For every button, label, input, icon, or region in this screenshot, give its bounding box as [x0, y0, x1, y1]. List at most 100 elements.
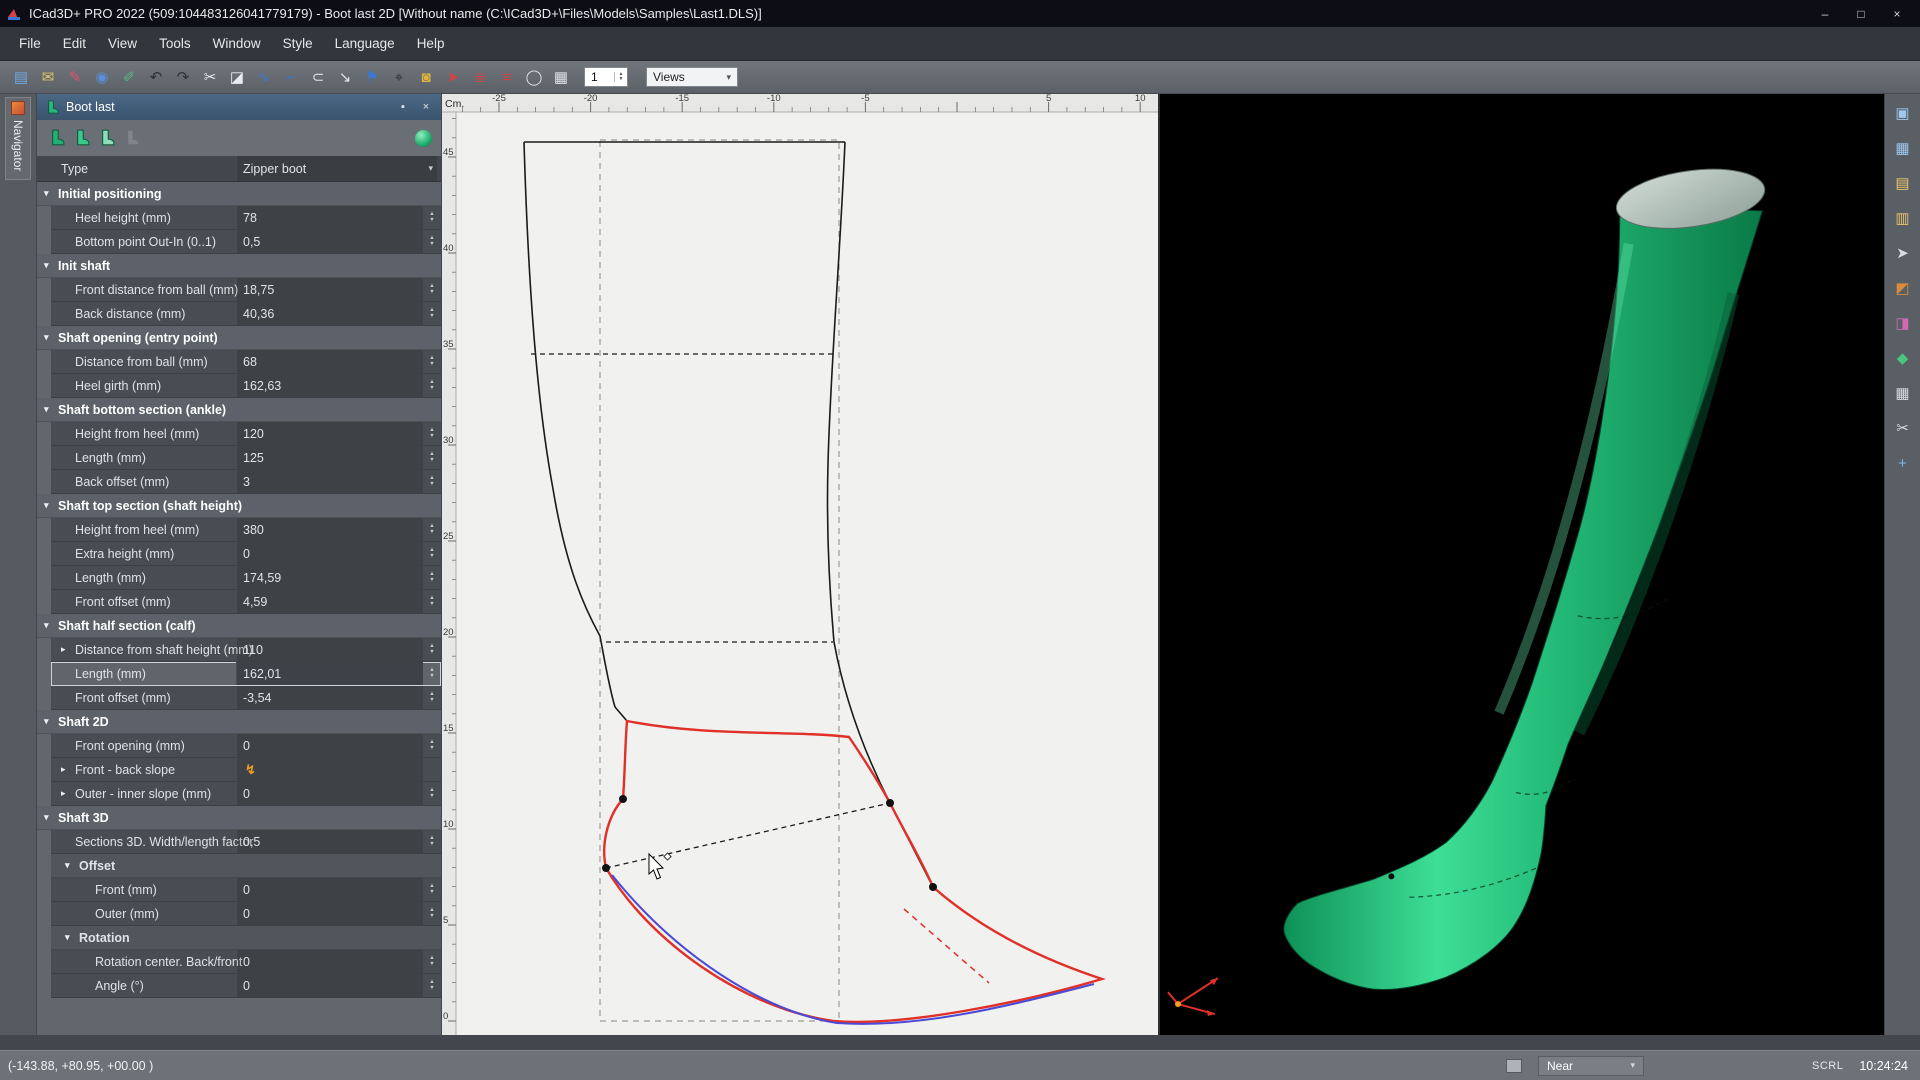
row-spinner[interactable]: ▲ ▼	[425, 592, 439, 611]
row-spinner[interactable]: ▲ ▼	[425, 952, 439, 971]
type-row[interactable]: Type Zipper boot ▾	[37, 156, 441, 182]
row-value[interactable]: 125	[236, 446, 423, 469]
zoom-icon[interactable]: ◉	[89, 64, 115, 90]
mail-icon[interactable]: ✉	[35, 64, 61, 90]
row-value[interactable]: 162,63	[236, 374, 423, 397]
corner-icon[interactable]: ⌐	[278, 64, 304, 90]
canvas-2d[interactable]	[442, 94, 1158, 1035]
row-value[interactable]: 162,01	[236, 662, 423, 685]
property-row[interactable]: Extra height (mm) 0 ▲ ▼	[51, 542, 441, 566]
property-row[interactable]: ▾ Rotation ▲▼	[51, 926, 441, 950]
eraser-icon[interactable]: ◪	[224, 64, 250, 90]
property-row[interactable]: Heel height (mm) 78 ▲ ▼	[51, 206, 441, 230]
row-spinner[interactable]: ▲ ▼	[425, 280, 439, 299]
property-row[interactable]: Sections 3D. Width/length factor 0,5 ▲ ▼	[51, 830, 441, 854]
add-icon[interactable]: +	[1890, 450, 1916, 476]
property-row[interactable]: ▾ Shaft 2D ▲▼	[37, 710, 441, 734]
menu-language[interactable]: Language	[324, 31, 406, 56]
property-row[interactable]: Heel girth (mm) 162,63 ▲ ▼	[51, 374, 441, 398]
row-spinner[interactable]: ▲ ▼	[425, 736, 439, 755]
snap-icon[interactable]: ⌖	[386, 64, 412, 90]
menu-edit[interactable]: Edit	[52, 31, 97, 56]
property-row[interactable]: ▾ Shaft 3D ▲▼	[37, 806, 441, 830]
magenta-tool-icon[interactable]: ◨	[1890, 310, 1916, 336]
boot-tool-2-icon[interactable]	[71, 128, 91, 148]
property-row[interactable]: ▾ Shaft opening (entry point) ▲▼	[37, 326, 441, 350]
render-sphere-icon[interactable]	[415, 129, 432, 147]
brush-icon[interactable]: ✐	[116, 64, 142, 90]
row-value[interactable]: 0	[236, 542, 423, 565]
property-row[interactable]: ▸ Outer - inner slope (mm) 0 ▲ ▼	[51, 782, 441, 806]
row-arrow[interactable]: ▾	[44, 404, 58, 415]
control-point[interactable]	[619, 795, 627, 803]
lock-icon[interactable]: ◙	[413, 64, 439, 90]
row-spinner[interactable]: ▲ ▼	[425, 976, 439, 995]
row-arrow[interactable]: ▾	[44, 716, 58, 727]
property-row[interactable]: Distance from ball (mm) 68 ▲ ▼	[51, 350, 441, 374]
page-setup-icon[interactable]: ▦	[548, 64, 574, 90]
stepper-value[interactable]: 1	[585, 70, 614, 84]
row-value[interactable]: ↯	[236, 758, 423, 781]
comb2-icon[interactable]: ≡	[494, 64, 520, 90]
menu-view[interactable]: View	[97, 31, 148, 56]
row-value[interactable]: 40,36	[236, 302, 423, 325]
property-row[interactable]: Front offset (mm) -3,54 ▲ ▼	[51, 686, 441, 710]
property-row[interactable]: ▾ Shaft half section (calf) ▲▼	[37, 614, 441, 638]
property-row[interactable]: Length (mm) 174,59 ▲ ▼	[51, 566, 441, 590]
panel-close-icon[interactable]: ×	[418, 101, 434, 113]
control-point[interactable]	[929, 883, 937, 891]
row-spinner[interactable]: ▲ ▼	[425, 544, 439, 563]
property-row[interactable]: ▾ Offset ▲▼	[51, 854, 441, 878]
redo-icon[interactable]: ↷	[170, 64, 196, 90]
row-value[interactable]: 0	[236, 878, 423, 901]
select-red-icon[interactable]: ➤	[440, 64, 466, 90]
row-value[interactable]: 78	[236, 206, 423, 229]
boot-tool-3-icon[interactable]	[96, 128, 116, 148]
property-row[interactable]: Height from heel (mm) 380 ▲ ▼	[51, 518, 441, 542]
property-row[interactable]: ▾ Shaft top section (shaft height) ▲▼	[37, 494, 441, 518]
grid-view-icon[interactable]: ▦	[1890, 135, 1916, 161]
row-arrow[interactable]: ▾	[65, 860, 79, 871]
row-value[interactable]: 380	[236, 518, 423, 541]
row-spinner[interactable]: ▲ ▼	[425, 376, 439, 395]
layers-icon[interactable]: ▤	[1890, 170, 1916, 196]
row-spinner[interactable]: ▲ ▼	[425, 640, 439, 659]
row-spinner[interactable]: ▲ ▼	[425, 352, 439, 371]
property-row[interactable]: Outer (mm) 0 ▲ ▼	[51, 902, 441, 926]
navigator-tab[interactable]: Navigator	[5, 97, 31, 181]
new-icon[interactable]: ▤	[8, 64, 34, 90]
property-row[interactable]: Front distance from ball (mm) 18,75 ▲ ▼	[51, 278, 441, 302]
undo-icon[interactable]: ↶	[143, 64, 169, 90]
menu-help[interactable]: Help	[406, 31, 456, 56]
view-3d[interactable]	[1158, 94, 1884, 1035]
row-value[interactable]: -3,54	[236, 686, 423, 709]
property-row[interactable]: Bottom point Out-In (0..1) 0,5 ▲ ▼	[51, 230, 441, 254]
row-arrow[interactable]: ▸	[61, 764, 75, 775]
maximize-button[interactable]: □	[1844, 4, 1878, 24]
view-2d[interactable]: Cm. -25 -20 -15 -10 -5 5 10 45 40 35 30 25 20 15 10 5 0	[442, 94, 1158, 1035]
row-arrow[interactable]: ▾	[65, 932, 79, 943]
control-point[interactable]	[602, 864, 610, 872]
row-spinner[interactable]: ▲ ▼	[425, 880, 439, 899]
row-value[interactable]: 3	[236, 470, 423, 493]
materials-icon[interactable]: ◩	[1890, 275, 1916, 301]
property-row[interactable]: ▾ Shaft bottom section (ankle) ▲▼	[37, 398, 441, 422]
row-value[interactable]: 110	[236, 638, 423, 661]
minimize-button[interactable]: –	[1808, 4, 1842, 24]
boot-tool-4-icon[interactable]	[121, 128, 141, 148]
row-spinner[interactable]: ▲ ▼	[425, 520, 439, 539]
folders-icon[interactable]: ▥	[1890, 205, 1916, 231]
viewports-icon[interactable]: ▣	[1890, 100, 1916, 126]
scissors-icon[interactable]: ✂	[1890, 415, 1916, 441]
row-spinner[interactable]: ▲ ▼	[425, 664, 439, 683]
row-value[interactable]: 0	[236, 950, 423, 973]
type-dropdown[interactable]: Zipper boot	[236, 156, 437, 181]
row-arrow[interactable]: ▾	[44, 332, 58, 343]
property-row[interactable]: Angle (°) 0 ▲ ▼	[51, 974, 441, 998]
row-arrow[interactable]: ▾	[44, 188, 58, 199]
curve-icon[interactable]: ∿	[251, 64, 277, 90]
row-spinner[interactable]: ▲ ▼	[425, 784, 439, 803]
row-spinner[interactable]: ▲ ▼	[425, 688, 439, 707]
circle-icon[interactable]: ◯	[521, 64, 547, 90]
property-row[interactable]: ▸ Distance from shaft height (mm) 110 ▲ ▼	[51, 638, 441, 662]
